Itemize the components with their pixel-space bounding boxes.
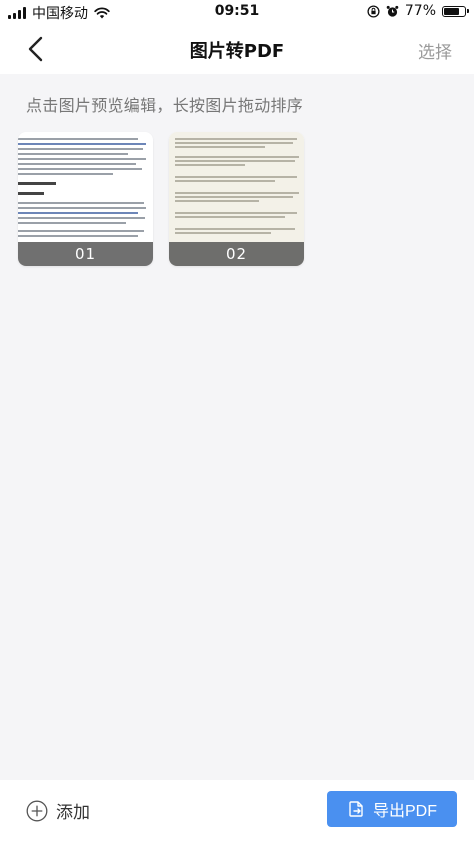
thumbnail-label: 02 xyxy=(169,242,304,266)
nav-bar: 图片转PDF 选择 xyxy=(0,24,474,74)
orientation-lock-icon xyxy=(367,4,380,18)
alarm-icon xyxy=(386,5,399,17)
export-pdf-button[interactable]: 导出PDF xyxy=(327,791,457,827)
add-button-label: 添加 xyxy=(56,803,90,823)
select-button[interactable]: 选择 xyxy=(418,38,452,63)
image-thumbnail-1[interactable]: 01 xyxy=(18,132,153,266)
battery-percent: 77% xyxy=(404,3,436,19)
battery-fill xyxy=(444,7,459,15)
status-right: 77% xyxy=(367,3,469,19)
main-content: 点击图片预览编辑，长按图片拖动排序 01 02 xyxy=(0,74,474,780)
plus-circle-icon xyxy=(26,800,48,821)
battery-icon xyxy=(442,5,469,17)
bottom-bar: 添加 导出PDF xyxy=(0,780,474,843)
export-button-label: 导出PDF xyxy=(372,803,437,820)
thumbnail-grid: 01 02 xyxy=(18,132,304,266)
thumbnail-label: 01 xyxy=(18,242,153,266)
export-file-icon xyxy=(349,801,363,817)
status-bar: 中国移动 09:51 77% xyxy=(0,0,474,24)
instruction-hint: 点击图片预览编辑，长按图片拖动排序 xyxy=(26,96,304,115)
add-button[interactable]: 添加 xyxy=(26,798,90,823)
image-thumbnail-2[interactable]: 02 xyxy=(169,132,304,266)
page-title: 图片转PDF xyxy=(189,41,285,62)
